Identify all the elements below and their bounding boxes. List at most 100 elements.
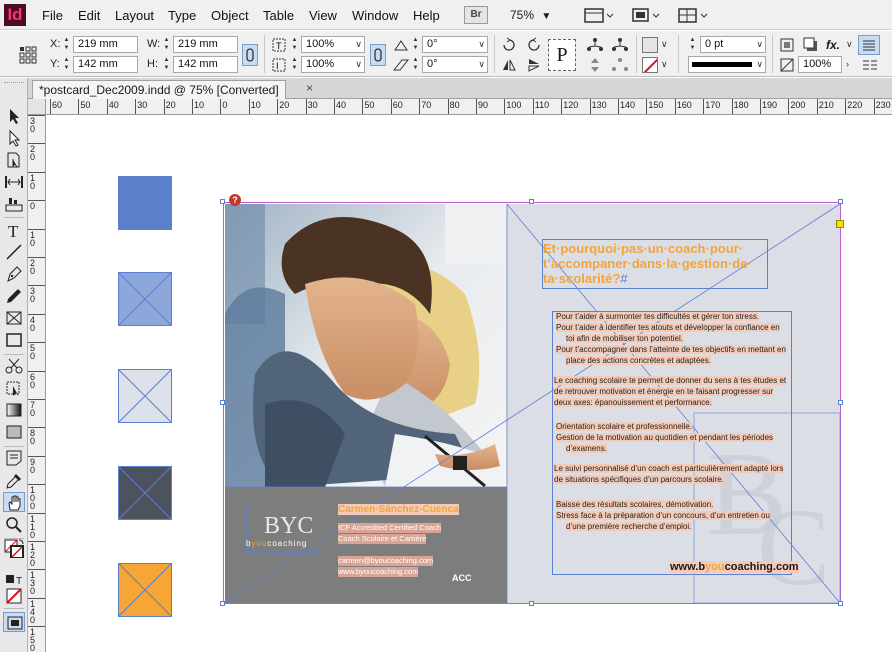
select-content-icon[interactable]	[610, 36, 628, 54]
close-icon[interactable]: ×	[306, 81, 313, 95]
missing-link-warning-icon[interactable]: ?	[229, 194, 241, 206]
reference-point-icon[interactable]	[18, 45, 37, 64]
apply-none-icon[interactable]	[3, 586, 25, 606]
student-photo[interactable]	[225, 204, 507, 487]
menu-type[interactable]: Type	[168, 8, 196, 23]
color-swatch-frame[interactable]	[117, 465, 173, 521]
menu-window[interactable]: Window	[352, 8, 398, 23]
scale-y-field[interactable]: 100% ∨	[301, 56, 365, 73]
selection-handle[interactable]	[529, 601, 534, 606]
selection-handle[interactable]	[838, 601, 843, 606]
hand-tool-icon[interactable]	[3, 492, 25, 512]
shear-angle-field[interactable]: 0° ∨	[422, 56, 488, 73]
pencil-tool-icon[interactable]	[3, 286, 25, 306]
selection-handle[interactable]	[220, 601, 225, 606]
direct-selection-tool-icon[interactable]	[3, 128, 25, 148]
gap-tool-icon[interactable]	[3, 172, 25, 192]
zoom-level-select[interactable]: 75% ▼	[510, 8, 551, 22]
stroke-weight-stepper[interactable]: ▲ ▼	[688, 36, 697, 53]
corner-options-icon[interactable]	[778, 36, 796, 54]
vertical-ruler[interactable]: 30 20 10 0 10 20 30 40 50 60 70 80 90 100 110 120 130 140…	[28, 115, 46, 652]
screen-mode-icon[interactable]	[630, 6, 660, 24]
scale-y-stepper[interactable]: ▲ ▼	[290, 56, 299, 73]
flip-vertical-icon[interactable]	[525, 56, 543, 74]
horizontal-ruler[interactable]: 60 50 40 30 20 10 0 10 20 30 40 50 60 70 80 90 100 110 120…	[46, 99, 892, 115]
headline-frame[interactable]: Et·pourquoi·pas·un·coach·pour· t’accompa…	[542, 239, 768, 289]
fill-swatch[interactable]	[642, 37, 658, 53]
x-position-field[interactable]: 219 mm	[73, 36, 138, 53]
rotate-cw-icon[interactable]	[500, 36, 518, 54]
free-transform-tool-icon[interactable]	[3, 378, 25, 398]
arrange-documents-icon[interactable]	[678, 6, 708, 24]
menu-edit[interactable]: Edit	[78, 8, 100, 23]
bridge-button[interactable]: Br	[464, 6, 488, 24]
rotate-stepper[interactable]: ▲ ▼	[411, 36, 420, 53]
height-field[interactable]: 142 mm	[173, 56, 238, 73]
x-stepper[interactable]: ▲ ▼	[62, 36, 71, 53]
flip-horizontal-icon[interactable]	[500, 56, 518, 74]
y-position-field[interactable]: 142 mm	[73, 56, 138, 73]
menu-table[interactable]: Table	[263, 8, 294, 23]
document-tab[interactable]: *postcard_Dec2009.indd @ 75% [Converted]	[32, 80, 286, 99]
drop-shadow-icon[interactable]	[802, 36, 820, 54]
color-swatch-frame[interactable]	[117, 271, 173, 327]
zoom-tool-icon[interactable]	[3, 514, 25, 534]
color-swatch-frame[interactable]	[117, 562, 173, 618]
text-frame-options-icon[interactable]	[858, 35, 880, 55]
stroke-weight-field[interactable]: 0 pt ∨	[700, 36, 766, 53]
w-stepper[interactable]: ▲ ▼	[162, 36, 171, 53]
width-field[interactable]: 219 mm	[173, 36, 238, 53]
columns-icon[interactable]	[860, 57, 878, 75]
gradient-swatch-tool-icon[interactable]	[3, 400, 25, 420]
screen-mode-normal-icon[interactable]	[3, 612, 25, 632]
view-options-icon[interactable]	[584, 6, 614, 24]
selection-tool-icon[interactable]	[3, 106, 25, 126]
select-previous-icon[interactable]	[585, 56, 603, 74]
pasteboard[interactable]: B C Et·pourquoi·pas·un·coach·pour· t’acc…	[47, 116, 892, 652]
menu-view[interactable]: View	[309, 8, 337, 23]
selection-handle[interactable]	[220, 199, 225, 204]
panel-grip[interactable]	[4, 82, 24, 86]
opacity-field[interactable]: 100%	[798, 56, 842, 73]
pen-tool-icon[interactable]	[3, 264, 25, 284]
menu-file[interactable]: File	[42, 8, 63, 23]
selection-handle[interactable]	[838, 400, 843, 405]
h-stepper[interactable]: ▲ ▼	[162, 56, 171, 73]
scale-x-stepper[interactable]: ▲ ▼	[290, 36, 299, 53]
page-tool-icon[interactable]	[3, 150, 25, 170]
selection-handle[interactable]	[529, 199, 534, 204]
overset-text-indicator[interactable]	[836, 220, 844, 228]
select-next-icon[interactable]	[610, 56, 628, 74]
content-collector-icon[interactable]	[3, 194, 25, 214]
rotate-ccw-icon[interactable]	[525, 36, 543, 54]
rectangle-frame-tool-icon[interactable]	[3, 308, 25, 328]
gradient-feather-tool-icon[interactable]	[3, 422, 25, 442]
menu-help[interactable]: Help	[413, 8, 440, 23]
rotate-angle-field[interactable]: 0° ∨	[422, 36, 488, 53]
scale-x-field[interactable]: 100% ∨	[301, 36, 365, 53]
stroke-type-select[interactable]: ∨	[688, 56, 766, 73]
select-container-icon[interactable]	[585, 36, 603, 54]
effects-fx-icon[interactable]: fx.	[826, 36, 844, 54]
fill-stroke-swatches[interactable]	[3, 538, 25, 568]
type-tool-icon[interactable]: T	[3, 220, 25, 241]
selection-handle[interactable]	[220, 400, 225, 405]
shear-stepper[interactable]: ▲ ▼	[411, 56, 420, 73]
postcard-page[interactable]: B C Et·pourquoi·pas·un·coach·pour· t’acc…	[223, 202, 841, 604]
constrain-proportions-icon[interactable]	[242, 44, 258, 66]
y-stepper[interactable]: ▲ ▼	[62, 56, 71, 73]
stroke-none-swatch[interactable]	[642, 57, 658, 73]
line-tool-icon[interactable]	[3, 242, 25, 262]
selection-handle[interactable]	[838, 199, 843, 204]
note-tool-icon[interactable]	[3, 448, 25, 468]
scissors-tool-icon[interactable]	[3, 356, 25, 376]
constrain-scale-icon[interactable]	[370, 44, 386, 66]
eyedropper-tool-icon[interactable]	[3, 470, 25, 490]
color-swatch-frame[interactable]	[118, 176, 172, 230]
ruler-tick	[220, 99, 222, 114]
menu-object[interactable]: Object	[211, 8, 249, 23]
ruler-origin[interactable]	[28, 99, 46, 115]
menu-layout[interactable]: Layout	[115, 8, 154, 23]
rectangle-tool-icon[interactable]	[3, 330, 25, 350]
color-swatch-frame[interactable]	[117, 368, 173, 424]
